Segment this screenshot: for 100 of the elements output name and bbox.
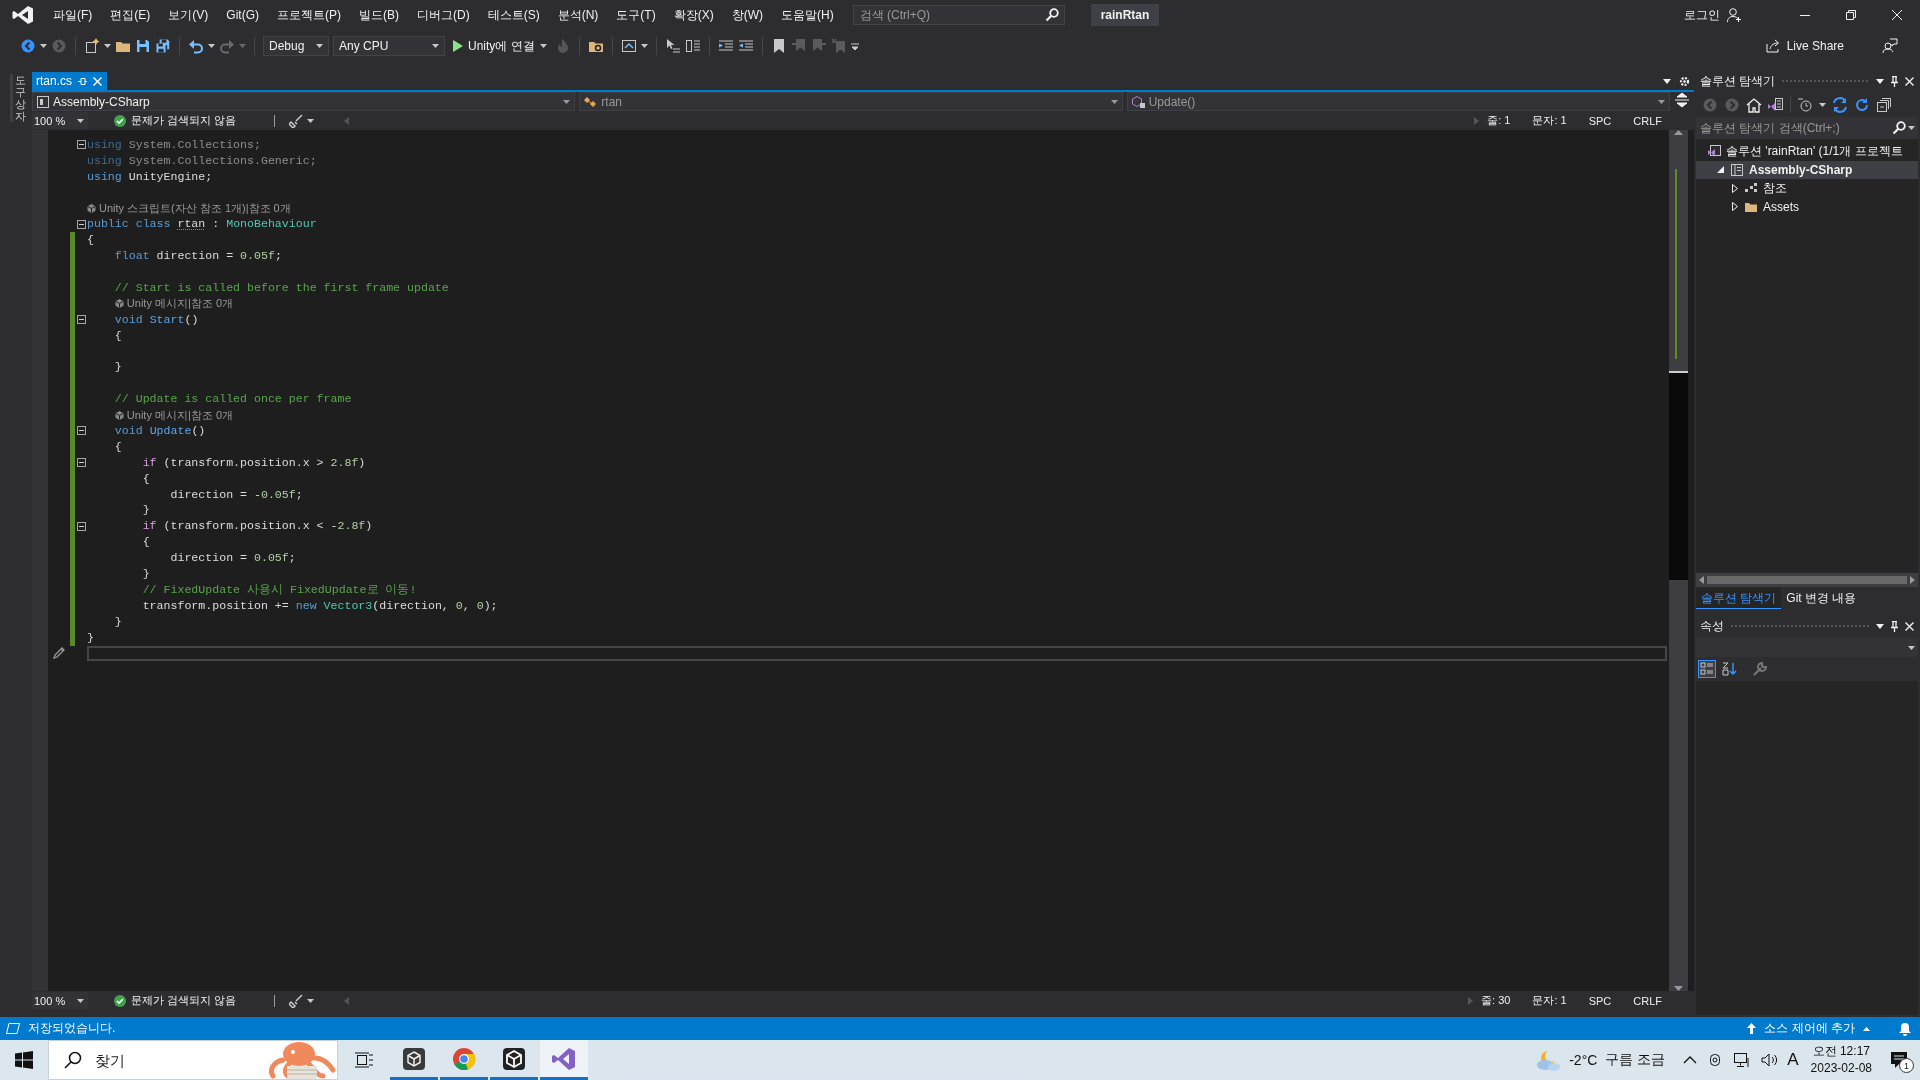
menu-item[interactable]: 확장(X) bbox=[664, 2, 723, 28]
search-field[interactable]: 검색 (Ctrl+Q) bbox=[852, 5, 1065, 25]
columns-icon[interactable] bbox=[684, 38, 701, 54]
history-icon[interactable] bbox=[1797, 96, 1813, 113]
tree-item[interactable]: 솔루션 'rainRtan' (1/1개 프로젝트 bbox=[1696, 142, 1918, 161]
issues-indicator[interactable]: 문제가 검색되지 않음 bbox=[114, 993, 237, 1008]
scroll-left-icon[interactable] bbox=[1699, 576, 1704, 584]
overflow-icon[interactable] bbox=[850, 42, 859, 50]
clock-date[interactable]: 2023-02-08 bbox=[1810, 1060, 1872, 1077]
caret-icon[interactable] bbox=[1908, 645, 1915, 650]
collapsed-icon[interactable] bbox=[1731, 183, 1738, 193]
menu-item[interactable]: Git(G) bbox=[217, 4, 268, 26]
panel-tab[interactable]: 솔루션 탐색기 bbox=[1696, 587, 1782, 609]
search-icon[interactable] bbox=[1044, 8, 1059, 22]
close-icon[interactable] bbox=[1905, 621, 1914, 631]
cursor-list-icon[interactable] bbox=[664, 38, 681, 54]
close-icon[interactable] bbox=[1905, 76, 1914, 86]
project-dropdown[interactable]: Assembly-CSharp bbox=[32, 92, 576, 111]
network-icon[interactable] bbox=[1733, 1052, 1752, 1068]
tab-list-icon[interactable] bbox=[1663, 78, 1671, 84]
caret-icon[interactable] bbox=[77, 118, 84, 123]
zoom-dropdown[interactable]: 100 % bbox=[32, 112, 88, 129]
back-icon[interactable] bbox=[20, 38, 36, 54]
expanded-icon[interactable] bbox=[1717, 166, 1724, 174]
pin-icon[interactable] bbox=[1890, 620, 1899, 632]
window-icon[interactable] bbox=[620, 38, 637, 54]
undo-icon[interactable] bbox=[188, 38, 204, 54]
split-icon[interactable] bbox=[1674, 92, 1690, 108]
line-ending[interactable]: CRLF bbox=[1633, 114, 1662, 127]
caret-icon[interactable] bbox=[563, 99, 571, 104]
collapse-icon[interactable] bbox=[77, 458, 86, 468]
indent-icon[interactable] bbox=[737, 38, 754, 54]
codelens-text[interactable]: Unity 스크립트(자산 참조 1개)|참조 0개 bbox=[99, 201, 291, 216]
whitespace-mode[interactable]: SPC bbox=[1588, 994, 1612, 1007]
tree-item[interactable]: Assembly-CSharp bbox=[1696, 160, 1918, 179]
notification-button[interactable]: 1 bbox=[1886, 1040, 1914, 1080]
caret-icon[interactable] bbox=[1819, 102, 1826, 107]
scroll-right-icon[interactable] bbox=[1910, 576, 1915, 584]
scroll-thumb[interactable] bbox=[1669, 371, 1688, 580]
collapse-icon[interactable] bbox=[77, 426, 86, 436]
zoom-dropdown[interactable]: 100 % bbox=[32, 992, 88, 1009]
codelens-text[interactable]: Unity 메시지|참조 0개 bbox=[126, 407, 233, 423]
sign-in-link[interactable]: 로그인 bbox=[1684, 6, 1720, 24]
toolbox-tab[interactable]: 도구 상자 bbox=[10, 74, 26, 123]
type-dropdown[interactable]: rtan bbox=[579, 92, 1123, 111]
live-share-button[interactable]: Live Share bbox=[1760, 35, 1848, 57]
menu-item[interactable]: 프로젝트(P) bbox=[268, 2, 350, 28]
collapse-icon[interactable] bbox=[77, 521, 86, 531]
codelens-text[interactable]: Unity 메시지|참조 0개 bbox=[126, 296, 233, 312]
collapse-icon[interactable] bbox=[77, 140, 86, 150]
pin-icon[interactable] bbox=[1890, 75, 1899, 87]
column-position[interactable]: 문자: 1 bbox=[1532, 993, 1567, 1008]
save-all-icon[interactable] bbox=[155, 38, 171, 54]
vertical-scrollbar[interactable] bbox=[1669, 130, 1688, 991]
switch-views-icon[interactable] bbox=[1768, 96, 1784, 113]
home-icon[interactable] bbox=[1746, 96, 1762, 113]
new-item-icon[interactable] bbox=[84, 38, 100, 54]
caret-icon[interactable] bbox=[432, 44, 439, 48]
caret-icon[interactable] bbox=[104, 44, 111, 48]
panel-menu-icon[interactable] bbox=[1876, 78, 1884, 84]
search-icon[interactable] bbox=[1892, 121, 1906, 135]
source-control-button[interactable]: 소스 제어에 추가 bbox=[1747, 1020, 1870, 1037]
menu-item[interactable]: 도구(T) bbox=[607, 2, 665, 28]
horizontal-scrollbar[interactable] bbox=[1696, 573, 1918, 587]
refresh-icon[interactable] bbox=[1854, 96, 1870, 113]
person-icon[interactable] bbox=[1726, 7, 1742, 23]
volume-icon[interactable] bbox=[1761, 1052, 1780, 1068]
line-position[interactable]: 줄: 1 bbox=[1487, 113, 1511, 128]
platform-dropdown[interactable]: Any CPU bbox=[333, 36, 445, 56]
categorized-icon[interactable] bbox=[1698, 660, 1716, 678]
collapse-icon[interactable] bbox=[77, 315, 86, 325]
line-position[interactable]: 줄: 30 bbox=[1481, 993, 1511, 1008]
menu-item[interactable]: 창(W) bbox=[722, 2, 772, 28]
bell-icon[interactable] bbox=[1898, 1021, 1912, 1036]
sync-icon[interactable] bbox=[1832, 96, 1848, 113]
menu-item[interactable]: 편집(E) bbox=[101, 2, 160, 28]
caret-icon[interactable] bbox=[1110, 99, 1118, 104]
menu-item[interactable]: 분석(N) bbox=[548, 2, 608, 28]
column-position[interactable]: 문자: 1 bbox=[1532, 113, 1567, 128]
line-ending[interactable]: CRLF bbox=[1633, 994, 1662, 1007]
panel-menu-icon[interactable] bbox=[1876, 623, 1884, 629]
menu-item[interactable]: 도움말(H) bbox=[772, 2, 843, 28]
outdent-icon[interactable] bbox=[717, 38, 734, 54]
caret-icon[interactable] bbox=[40, 44, 47, 48]
collapse-icon[interactable] bbox=[77, 219, 86, 229]
start-button[interactable]: Unity에 연결 bbox=[449, 35, 551, 57]
menu-item[interactable]: 디버그(D) bbox=[408, 2, 479, 28]
caret-icon[interactable] bbox=[1908, 126, 1915, 130]
code-cleanup-button[interactable] bbox=[289, 113, 315, 128]
chevron-up-icon[interactable] bbox=[1683, 1056, 1698, 1064]
collapse-all-icon[interactable] bbox=[1876, 96, 1892, 113]
caret-icon[interactable] bbox=[307, 998, 315, 1003]
issues-indicator[interactable]: 문제가 검색되지 않음 bbox=[114, 113, 237, 128]
save-icon[interactable] bbox=[135, 38, 151, 54]
panel-tab[interactable]: Git 변경 내용 bbox=[1781, 587, 1862, 609]
menu-item[interactable]: 테스트(S) bbox=[478, 2, 549, 28]
caret-icon[interactable] bbox=[539, 44, 547, 48]
configuration-dropdown[interactable]: Debug bbox=[263, 36, 329, 56]
caret-icon[interactable] bbox=[77, 998, 84, 1003]
input-method-indicator[interactable]: A bbox=[1787, 1040, 1799, 1080]
